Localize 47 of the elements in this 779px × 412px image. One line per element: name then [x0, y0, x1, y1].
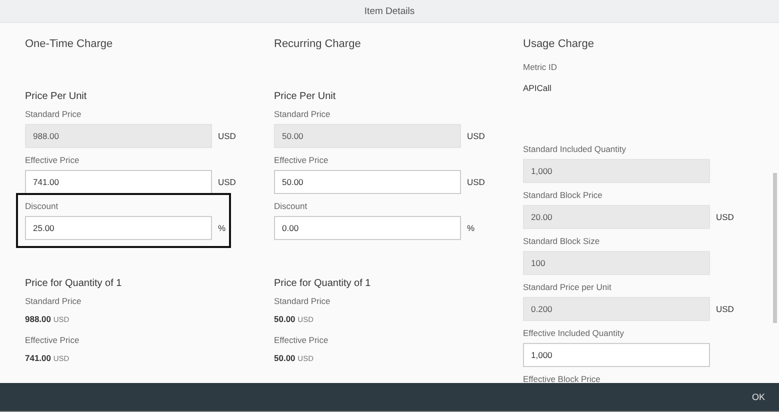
field-label: Effective Price — [25, 154, 80, 166]
field-label: Standard Price — [25, 108, 82, 120]
field-label: Discount — [25, 200, 58, 212]
unit-label: USD — [218, 177, 236, 187]
input-field[interactable]: 25.00 — [25, 216, 212, 240]
section-heading: Price for Quantity of 1 — [25, 277, 122, 291]
input-field[interactable]: 1,000 — [523, 343, 710, 367]
unit-label: USD — [716, 212, 734, 222]
field-label: Standard Block Price — [523, 189, 602, 201]
unit-label: % — [218, 223, 226, 233]
unit-label: USD — [218, 131, 236, 141]
field-label: Standard Price — [274, 108, 330, 120]
input-field[interactable]: 0.00 — [274, 216, 461, 240]
field-value: APICall — [523, 83, 552, 93]
ok-button[interactable]: OK — [746, 389, 771, 405]
field-label: Standard Price — [274, 295, 330, 307]
field-label: Discount — [274, 200, 308, 212]
readonly-field: 100 — [523, 251, 710, 275]
field-label: Effective Block Price — [523, 373, 600, 383]
section-heading: Price for Quantity of 1 — [274, 277, 371, 291]
readonly-field: 20.00 — [523, 205, 710, 229]
readonly-field: 1,000 — [523, 159, 710, 183]
field-label: Effective Included Quantity — [523, 327, 624, 339]
column-title: Recurring Charge — [274, 37, 362, 51]
field-label: Effective Price — [274, 334, 328, 346]
input-field[interactable]: 741.00 — [25, 170, 212, 194]
input-field[interactable]: 50.00 — [274, 170, 461, 194]
field-label: Standard Price per Unit — [523, 281, 612, 293]
unit-label: USD — [716, 304, 734, 314]
section-heading: Price Per Unit — [25, 90, 87, 104]
dialog-title: Item Details — [0, 0, 779, 23]
readonly-field: 0.200 — [523, 297, 710, 321]
section-heading: Price Per Unit — [274, 90, 336, 104]
field-label: Standard Included Quantity — [523, 143, 626, 155]
readonly-field: 988.00 — [25, 124, 212, 148]
field-label: Standard Price — [25, 295, 82, 307]
readonly-field: 50.00 — [274, 124, 461, 148]
unit-label: % — [467, 223, 475, 233]
field-label: Effective Price — [274, 154, 328, 166]
unit-label: USD — [467, 177, 485, 187]
unit-label: USD — [467, 131, 485, 141]
field-label: Effective Price — [25, 334, 80, 346]
field-label: Standard Block Size — [523, 235, 600, 247]
field-label: Metric ID — [523, 61, 557, 73]
column-title: Usage Charge — [523, 37, 595, 51]
scrollbar-thumb[interactable] — [773, 173, 777, 323]
column-title: One-Time Charge — [25, 37, 114, 51]
